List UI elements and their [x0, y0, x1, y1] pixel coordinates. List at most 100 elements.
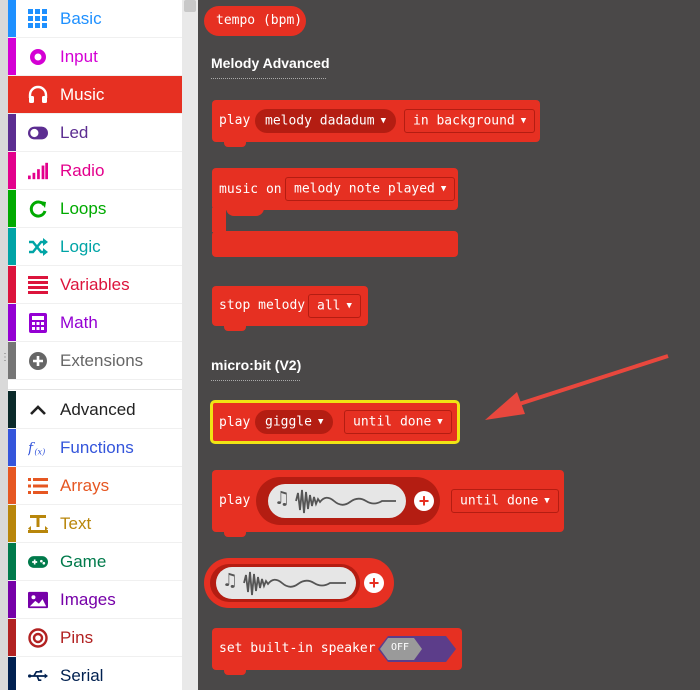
category-label: Extensions	[60, 351, 144, 370]
collapse-handle-icon[interactable]: ⋮	[0, 352, 10, 366]
category-color-bar	[8, 391, 16, 428]
play-mode-value: until done	[353, 414, 432, 430]
category-serial[interactable]: Serial	[8, 657, 182, 690]
toggle-icon	[28, 123, 48, 143]
sound-value: giggle	[265, 414, 312, 430]
tempo-block[interactable]: tempo (bpm)	[204, 6, 306, 36]
dropdown-arrow-icon: ▼	[317, 417, 324, 427]
stop-melody-block[interactable]: stop melody all ▼	[212, 286, 368, 326]
category-label: Arrays	[60, 476, 110, 495]
toolbox-scrollbar-thumb[interactable]	[184, 0, 196, 12]
category-math[interactable]: Math	[8, 304, 182, 342]
bullet-list-icon	[28, 476, 48, 496]
event-block-arm	[212, 208, 226, 232]
play-label: play	[219, 113, 251, 128]
category-pins[interactable]: Pins	[8, 619, 182, 657]
usb-icon	[28, 666, 48, 686]
category-color-bar	[8, 657, 16, 690]
category-color-bar	[8, 429, 16, 466]
toolbox-scrollbar[interactable]	[182, 0, 198, 690]
target-icon	[28, 628, 48, 648]
category-variables[interactable]: Variables	[8, 266, 182, 304]
play-mode-dropdown[interactable]: until done ▼	[344, 410, 452, 434]
category-color-bar	[8, 190, 16, 227]
play-label: play	[219, 415, 251, 430]
section-underline	[211, 78, 326, 79]
music-event-value: melody note played	[294, 181, 435, 197]
block-notch	[224, 139, 246, 147]
category-led[interactable]: Led	[8, 114, 182, 152]
category-label: Text	[60, 514, 92, 533]
gamepad-icon	[28, 552, 48, 572]
add-plus-icon[interactable]: +	[364, 573, 384, 593]
category-label: Pins	[60, 628, 94, 647]
dropdown-arrow-icon: ▼	[520, 116, 527, 126]
category-label: Radio	[60, 161, 105, 180]
headphones-icon	[28, 85, 48, 105]
sound-waveform-field[interactable]: ♫	[268, 484, 406, 518]
plus-circle-icon	[28, 351, 48, 371]
toolbox-separator	[8, 380, 182, 390]
category-color-bar	[8, 228, 16, 265]
speaker-toggle[interactable]	[378, 636, 456, 662]
category-color-bar	[8, 38, 16, 75]
category-text[interactable]: Text	[8, 505, 182, 543]
function-icon: f (x)	[28, 438, 48, 458]
play-giggle-block[interactable]: play giggle ▼ until done ▼	[210, 400, 460, 444]
category-label: Led	[60, 123, 89, 142]
play-sound-block[interactable]: play ♫ + until done ▼	[212, 470, 564, 532]
category-game[interactable]: Game	[8, 543, 182, 581]
melody-dropdown[interactable]: melody dadadum ▼	[255, 109, 396, 133]
annotation-arrow-icon	[485, 354, 669, 420]
event-block-notch	[226, 208, 264, 216]
list-lines-icon	[28, 275, 48, 295]
category-music[interactable]: Music	[8, 76, 182, 114]
toolbox: Basic Input Music Led Radio Loops Logic …	[8, 0, 182, 690]
grid-icon	[28, 9, 48, 29]
section-underline	[211, 380, 300, 381]
stop-option-dropdown[interactable]: all ▼	[308, 294, 361, 318]
category-label: Input	[60, 47, 98, 66]
stop-melody-label: stop melody	[219, 298, 306, 313]
sound-waveform-field[interactable]: ♫	[216, 567, 356, 599]
play-mode-dropdown[interactable]: until done ▼	[451, 489, 559, 513]
category-images[interactable]: Images	[8, 581, 182, 619]
block-notch	[224, 529, 246, 537]
dropdown-arrow-icon: ▼	[437, 417, 443, 427]
section-heading-microbit-v2: micro:bit (V2)	[211, 357, 302, 373]
sound-dropdown[interactable]: giggle ▼	[255, 410, 334, 434]
set-speaker-block[interactable]: set built-in speaker OFF	[212, 628, 462, 670]
music-on-block[interactable]: music on melody note played ▼	[212, 168, 458, 210]
category-color-bar	[8, 581, 16, 618]
category-label: Basic	[60, 9, 102, 28]
category-label: Logic	[60, 237, 101, 256]
category-label: Game	[60, 552, 107, 571]
category-label: Serial	[60, 666, 104, 685]
play-melody-block[interactable]: play melody dadadum ▼ in background ▼	[212, 100, 540, 142]
text-format-icon	[28, 514, 48, 534]
calculator-icon	[28, 313, 48, 333]
category-basic[interactable]: Basic	[8, 0, 182, 38]
category-arrays[interactable]: Arrays	[8, 467, 182, 505]
music-on-label: music on	[219, 182, 282, 197]
category-radio[interactable]: Radio	[8, 152, 182, 190]
category-color-bar	[8, 543, 16, 580]
category-extensions[interactable]: Extensions	[8, 342, 182, 380]
play-label: play	[219, 493, 251, 508]
category-color-bar	[8, 152, 16, 189]
circle-dot-icon	[28, 47, 48, 67]
category-logic[interactable]: Logic	[8, 228, 182, 266]
add-plus-icon[interactable]: +	[414, 491, 434, 511]
image-icon	[28, 590, 48, 610]
category-functions[interactable]: f (x) Functions	[8, 429, 182, 467]
category-color-bar	[8, 304, 16, 341]
waveform-icon: ♫	[274, 488, 396, 514]
set-speaker-label: set built-in speaker	[219, 641, 376, 656]
sound-expression-block[interactable]: ♫ +	[204, 558, 394, 608]
refresh-icon	[28, 199, 48, 219]
category-advanced[interactable]: Advanced	[8, 391, 182, 429]
category-input[interactable]: Input	[8, 38, 182, 76]
music-event-dropdown[interactable]: melody note played ▼	[285, 177, 456, 201]
play-mode-dropdown[interactable]: in background ▼	[404, 109, 536, 133]
category-loops[interactable]: Loops	[8, 190, 182, 228]
